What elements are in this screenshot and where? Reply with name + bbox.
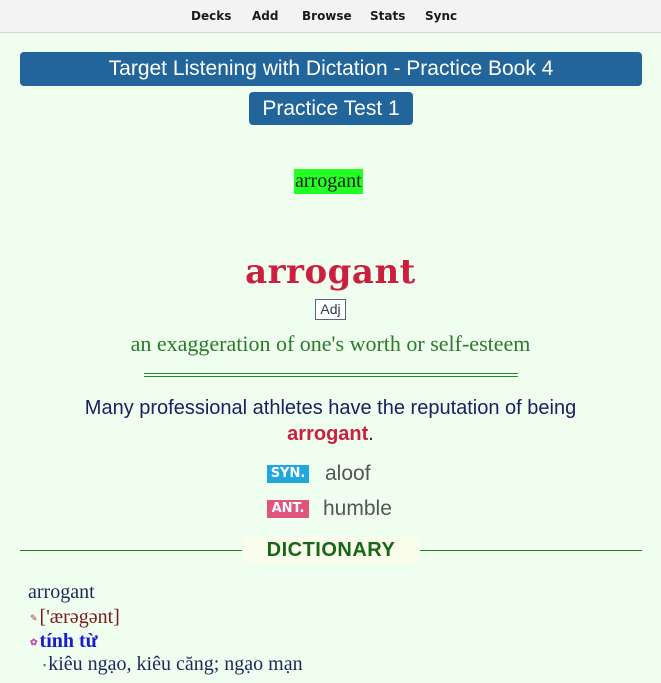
dictionary-meaning-row: ▪ kiêu ngạo, kiêu căng; ngạo mạn (43, 652, 303, 677)
dictionary-word: arrogant (28, 581, 95, 603)
decks-link[interactable]: Decks (191, 9, 231, 23)
sync-link[interactable]: Sync (425, 9, 457, 23)
dictionary-rule-right (420, 550, 642, 551)
definition-text: an exaggeration of one's worth or self-e… (130, 331, 531, 356)
example-text-after: . (368, 423, 374, 445)
audio-word-highlight: arrogant (294, 169, 363, 194)
dictionary-pronunciation-row: ✎ ['ærəgənt] (30, 605, 120, 630)
antonym-tag: ANT. (267, 500, 309, 518)
star-mark-icon: ✿ (30, 637, 38, 648)
headword: arrogant (245, 252, 416, 292)
synonym-word: aloof (325, 462, 371, 485)
dictionary-meaning: kiêu ngạo, kiêu căng; ngạo mạn (48, 653, 303, 675)
example-text-before: Many professional athletes have the repu… (84, 397, 577, 419)
pen-mark-icon: ✎ (30, 613, 38, 624)
synonym-tag: SYN. (267, 465, 309, 483)
top-toolbar: Decks Add Browse Stats Sync (0, 0, 661, 33)
dictionary-pronunciation: ['ærəgənt] (39, 606, 120, 628)
stats-link[interactable]: Stats (370, 9, 405, 23)
dictionary-word-type-row: ✿ tính từ (30, 629, 98, 654)
dictionary-word-type: tính từ (39, 630, 98, 652)
example-sentence: Many professional athletes have the repu… (80, 395, 581, 447)
test-title-banner: Practice Test 1 (249, 92, 413, 125)
browse-link[interactable]: Browse (302, 9, 352, 23)
dictionary-rule-left (20, 550, 242, 551)
antonym-word: humble (323, 497, 392, 520)
bullet-mark-icon: ▪ (43, 660, 47, 671)
deck-title-banner: Target Listening with Dictation - Practi… (20, 52, 642, 86)
part-of-speech-badge: Adj (315, 299, 346, 320)
add-link[interactable]: Add (252, 9, 278, 23)
dictionary-heading: DICTIONARY (243, 537, 419, 564)
section-divider (144, 373, 518, 377)
example-highlight: arrogant (287, 423, 369, 445)
